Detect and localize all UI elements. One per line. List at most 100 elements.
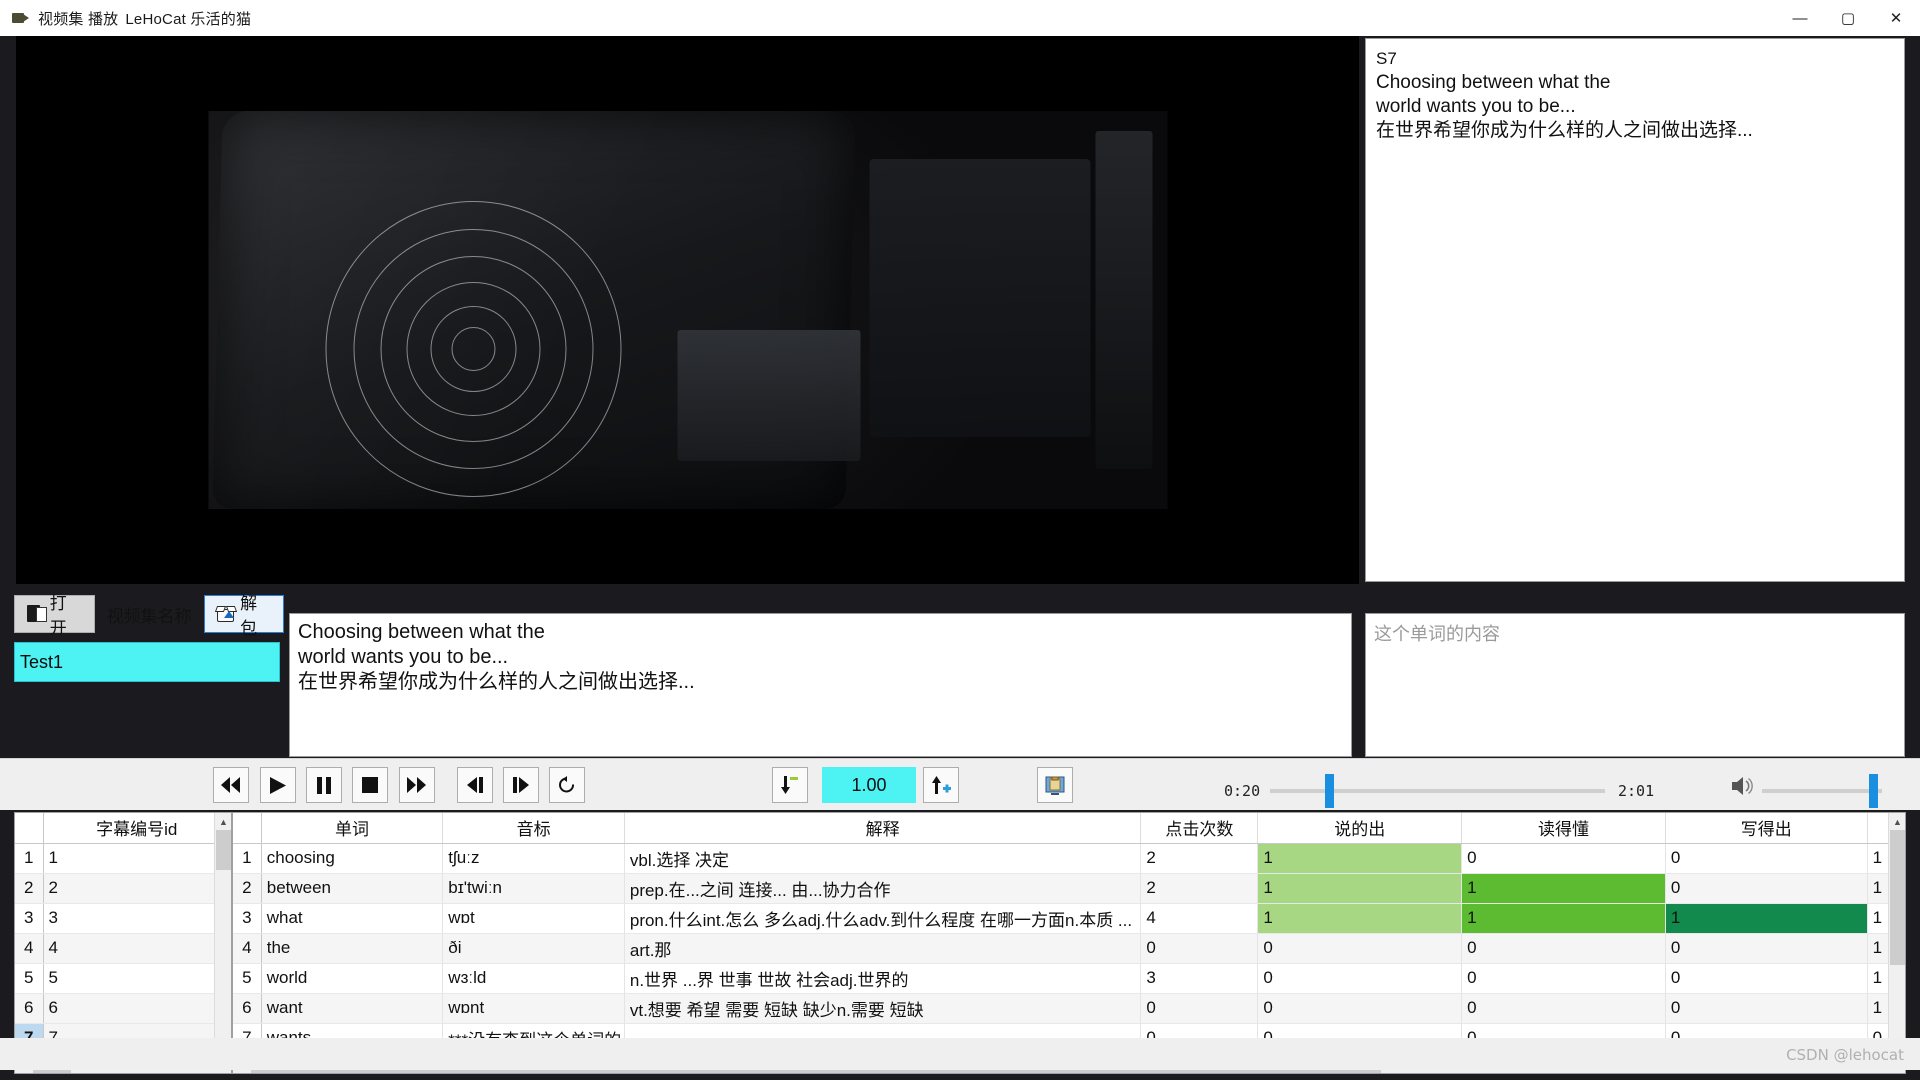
subtitle-editor[interactable]: Choosing between what the world wants yo… <box>289 613 1352 757</box>
cell-clicks: 0 <box>1141 993 1258 1023</box>
scrollbar-thumb[interactable] <box>216 830 231 870</box>
column-header-can-speak[interactable]: 说的出 <box>1258 813 1462 843</box>
cell-can-read: 0 <box>1462 933 1666 963</box>
open-button[interactable]: 打开 <box>14 595 95 633</box>
stop-button[interactable] <box>352 767 388 803</box>
rewind-button[interactable] <box>213 767 249 803</box>
column-header-meaning[interactable]: 解释 <box>624 813 1140 843</box>
row-number-header <box>15 813 43 843</box>
table-row[interactable]: 5 world wɜːld n.世界 ...界 世事 世故 社会adj.世界的 … <box>233 963 1905 993</box>
seek-thumb[interactable] <box>1325 774 1334 808</box>
row-number: 4 <box>15 933 43 963</box>
table-row[interactable]: 4 4 <box>15 933 231 963</box>
cell-subtitle-id: 5 <box>43 963 231 993</box>
table-row[interactable]: 3 3 <box>15 903 231 933</box>
table-row[interactable]: 3 what wɒt pron.什么int.怎么 多么adj.什么adv.到什么… <box>233 903 1905 933</box>
table-row[interactable]: 1 choosing tʃuːz vbl.选择 决定 2 1 0 0 1 <box>233 843 1905 873</box>
next-subtitle-button[interactable] <box>503 767 539 803</box>
vertical-scrollbar[interactable]: ▲ ▼ <box>1888 813 1905 1056</box>
video-player-surface[interactable] <box>16 36 1359 584</box>
cell-clicks: 3 <box>1141 963 1258 993</box>
application-window: 视频集 播放LeHoCat 乐活的猫 — ▢ ✕ <box>0 0 1920 1080</box>
window-title-secondary: LeHoCat 乐活的猫 <box>125 11 251 28</box>
cell-clicks: 4 <box>1141 903 1258 933</box>
table-row[interactable]: 2 between bɪ'twiːn prep.在...之间 连接... 由..… <box>233 873 1905 903</box>
collection-name-label: 视频集名称 <box>107 602 192 627</box>
export-button[interactable] <box>1037 767 1073 803</box>
pause-button[interactable] <box>306 767 342 803</box>
column-header-subtitle-id: 字幕编号id <box>43 813 231 843</box>
subtitle-editor-line-1: Choosing between what the <box>298 620 1343 645</box>
table-row[interactable]: 5 5 <box>15 963 231 993</box>
cell-subtitle-id: 4 <box>43 933 231 963</box>
close-button[interactable]: ✕ <box>1872 0 1920 36</box>
volume-bar[interactable] <box>1762 789 1882 793</box>
play-icon <box>270 777 286 794</box>
word-table[interactable]: 单词 音标 解释 点击次数 说的出 读得懂 写得出 1 choosing tʃ <box>232 812 1906 1074</box>
table-row[interactable]: 4 the ði art.那 0 0 0 0 1 <box>233 933 1905 963</box>
fast-forward-icon <box>407 777 427 793</box>
scroll-up-icon[interactable]: ▲ <box>1889 813 1906 830</box>
column-header-can-read[interactable]: 读得懂 <box>1462 813 1666 843</box>
fast-forward-button[interactable] <box>399 767 435 803</box>
row-number-header <box>233 813 261 843</box>
cell-meaning: vt.想要 希望 需要 短缺 缺少n.需要 短缺 <box>624 993 1140 1023</box>
status-bar <box>0 1038 1920 1070</box>
rewind-icon <box>221 777 241 793</box>
column-header-clicks[interactable]: 点击次数 <box>1141 813 1258 843</box>
speaker-icon[interactable] <box>1730 775 1754 797</box>
cell-subtitle-id: 3 <box>43 903 231 933</box>
total-time-label: 2:01 <box>1618 782 1654 800</box>
cell-can-speak: 0 <box>1258 933 1462 963</box>
column-header-can-write[interactable]: 写得出 <box>1665 813 1867 843</box>
cell-can-write: 0 <box>1665 873 1867 903</box>
cell-can-speak: 1 <box>1258 873 1462 903</box>
repeat-button[interactable] <box>549 767 585 803</box>
cell-clicks: 2 <box>1141 873 1258 903</box>
step-forward-icon <box>512 777 530 793</box>
column-header-phonetic[interactable]: 音标 <box>443 813 625 843</box>
play-button[interactable] <box>260 767 296 803</box>
speed-down-button[interactable] <box>772 767 808 803</box>
table-row[interactable]: 1 1 <box>15 843 231 873</box>
volume-thumb[interactable] <box>1869 774 1878 808</box>
main-content: S7 Choosing between what the world wants… <box>0 36 1920 1080</box>
file-toolbar: 打开 视频集名称 解包 <box>14 592 284 636</box>
cell-phonetic: tʃuːz <box>443 843 625 873</box>
minimize-button[interactable]: — <box>1776 0 1824 36</box>
row-number: 2 <box>15 873 43 903</box>
cell-can-read: 1 <box>1462 873 1666 903</box>
playback-control-bar: 1.00 0:20 2:0 <box>0 758 1920 810</box>
prev-subtitle-button[interactable] <box>457 767 493 803</box>
cell-phonetic: wɒnt <box>443 993 625 1023</box>
scroll-up-icon[interactable]: ▲ <box>215 813 232 830</box>
vertical-scrollbar[interactable]: ▲ ▼ <box>214 813 231 1056</box>
speed-up-button[interactable] <box>923 767 959 803</box>
arrow-down-minus-icon <box>780 776 800 794</box>
subtitle-id-table[interactable]: 字幕编号id 1 1 2 2 3 3 <box>14 812 232 1074</box>
video-camera-icon <box>12 11 30 25</box>
unpack-button[interactable]: 解包 <box>204 595 284 633</box>
step-back-icon <box>466 777 484 793</box>
table-row[interactable]: 6 want wɒnt vt.想要 希望 需要 短缺 缺少n.需要 短缺 0 0… <box>233 993 1905 1023</box>
column-header-word[interactable]: 单词 <box>261 813 443 843</box>
cell-can-read: 0 <box>1462 843 1666 873</box>
package-unpack-icon <box>216 604 237 624</box>
seek-bar[interactable] <box>1270 789 1605 793</box>
table-row[interactable]: 2 2 <box>15 873 231 903</box>
subtitle-display-panel[interactable]: S7 Choosing between what the world wants… <box>1365 38 1905 582</box>
playback-speed-field[interactable]: 1.00 <box>822 767 916 803</box>
collection-name-input[interactable]: Test1 <box>14 642 280 682</box>
scrollbar-thumb[interactable] <box>1890 830 1905 965</box>
cell-word: what <box>261 903 443 933</box>
arrow-up-plus-icon <box>931 776 951 794</box>
cell-phonetic: wɜːld <box>443 963 625 993</box>
cell-subtitle-id: 2 <box>43 873 231 903</box>
maximize-button[interactable]: ▢ <box>1824 0 1872 36</box>
word-content-box[interactable]: 这个单词的内容 <box>1365 613 1905 757</box>
row-number: 3 <box>233 903 261 933</box>
table-row[interactable]: 6 6 <box>15 993 231 1023</box>
cell-clicks: 0 <box>1141 933 1258 963</box>
open-button-label: 打开 <box>50 589 82 639</box>
row-number: 5 <box>15 963 43 993</box>
